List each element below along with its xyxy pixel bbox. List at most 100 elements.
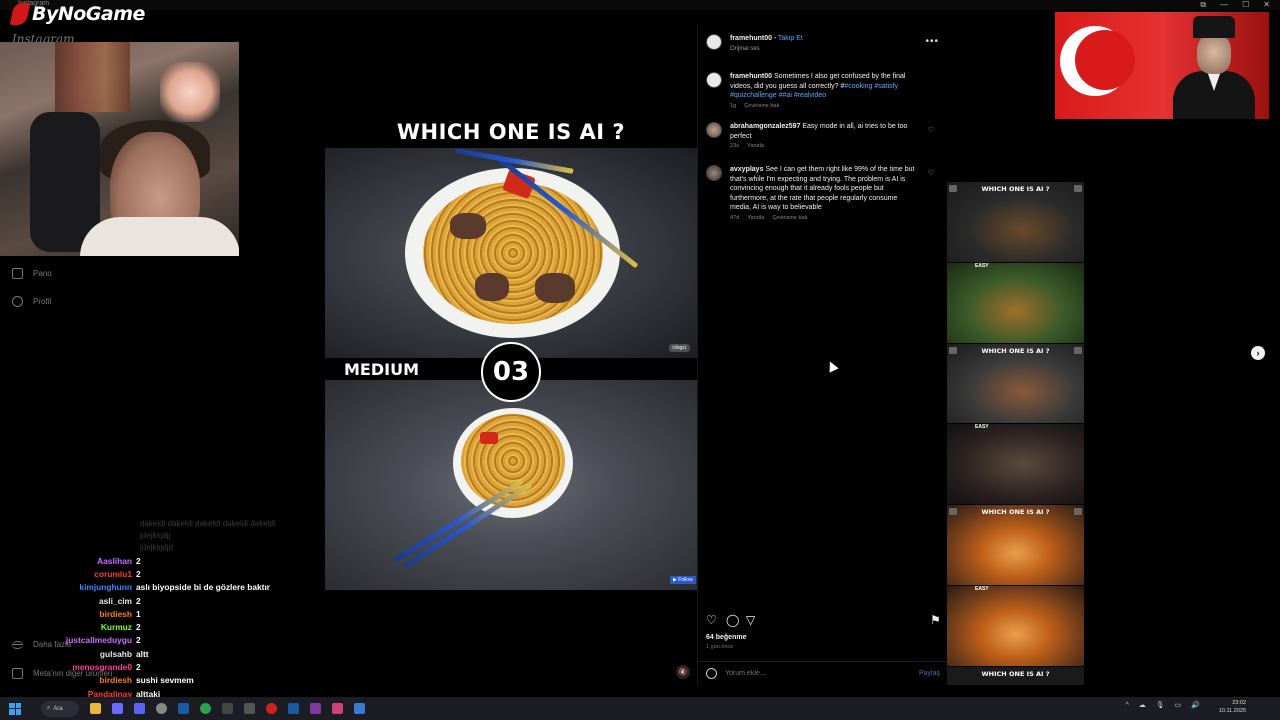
chat-text: altt bbox=[136, 648, 149, 659]
streamer-logo: ByNoGame bbox=[9, 3, 145, 25]
translate-link[interactable]: Çevirisine bak bbox=[744, 103, 779, 109]
share-icon[interactable]: ▽ bbox=[746, 613, 755, 627]
chat-text: 2 bbox=[136, 595, 141, 606]
app-icon[interactable] bbox=[310, 703, 321, 714]
mute-button[interactable]: 🔇 bbox=[676, 665, 690, 679]
thumbnail-title: WHICH ONE IS AI ? bbox=[981, 346, 1050, 355]
reply-link[interactable]: Yanıtla bbox=[747, 215, 764, 221]
comment-item: avxyplays See I can get them right like … bbox=[706, 165, 940, 221]
thumbnail-tag: EASY bbox=[975, 262, 989, 269]
display-icon[interactable]: ▭ bbox=[1175, 701, 1182, 709]
logo-mark-icon bbox=[9, 3, 31, 25]
flag-portrait-overlay bbox=[1055, 12, 1269, 119]
chat-message: Kurmuz 2 bbox=[30, 620, 320, 633]
post-comment-button[interactable]: Paylaş bbox=[919, 670, 940, 677]
app-icon[interactable] bbox=[156, 703, 167, 714]
system-tray: ^ ☁ 🎙 ▭ 🔊 bbox=[1125, 701, 1200, 710]
app-icon[interactable] bbox=[222, 703, 233, 714]
chat-username: justcallmeduygu bbox=[65, 635, 132, 646]
steam-icon[interactable] bbox=[288, 703, 299, 714]
chat-text: 2 bbox=[136, 622, 141, 633]
chat-message: Aaslihan 2 bbox=[30, 554, 320, 567]
video-watermark: ⟨dogs⟩ bbox=[669, 344, 690, 352]
recording-icon[interactable] bbox=[266, 703, 277, 714]
instagram-icon[interactable] bbox=[332, 703, 343, 714]
sidebar-item-label: Profil bbox=[33, 297, 52, 306]
steam-icon[interactable] bbox=[178, 703, 189, 714]
chat-username: birdiesh bbox=[99, 608, 132, 619]
maximize-button[interactable]: ☐ bbox=[1242, 0, 1249, 10]
translate-link[interactable]: Çevirisine bak bbox=[772, 215, 807, 221]
thumbnail-item[interactable]: WHICH ONE IS AI ? bbox=[947, 182, 1084, 263]
microphone-icon[interactable]: 🎙 bbox=[1156, 701, 1165, 709]
commenter-avatar[interactable] bbox=[706, 122, 722, 138]
chat-username: gulsahb bbox=[99, 648, 132, 659]
taskbar-clock[interactable]: 23:02 10.11.2025 bbox=[1219, 700, 1246, 715]
reel-icon bbox=[1074, 346, 1082, 354]
comment-username[interactable]: avxyplays bbox=[730, 166, 763, 173]
audio-label[interactable]: Orijinal ses bbox=[730, 46, 760, 52]
more-options-icon[interactable]: ••• bbox=[925, 36, 939, 47]
volume-icon[interactable]: 🔊 bbox=[1191, 701, 1200, 709]
discord-icon[interactable] bbox=[134, 703, 145, 714]
file-explorer-icon[interactable] bbox=[90, 703, 101, 714]
sidebar-item-profile[interactable]: Profil bbox=[12, 296, 51, 307]
video-follow-badge[interactable]: ▶ Follow bbox=[670, 576, 696, 584]
comment-icon[interactable]: ◯ bbox=[726, 613, 739, 627]
question-number: 03 bbox=[481, 342, 541, 402]
search-icon: ⌕ bbox=[47, 705, 51, 711]
restore-icon[interactable]: ⧉ bbox=[1200, 0, 1206, 10]
sidebar-item-dashboard[interactable]: Pano bbox=[12, 268, 52, 279]
follow-button[interactable]: Takip Et bbox=[778, 35, 803, 42]
logo-text: ByNoGame bbox=[32, 3, 145, 25]
comment-username[interactable]: abrahamgonzalez597 bbox=[730, 123, 800, 130]
author-avatar[interactable] bbox=[706, 72, 722, 88]
next-post-button[interactable]: › bbox=[1251, 346, 1265, 360]
thumbnail-item[interactable]: EASY bbox=[947, 262, 1084, 344]
minimize-button[interactable]: — bbox=[1220, 0, 1228, 10]
thumbnail-item[interactable]: EASY bbox=[947, 585, 1084, 667]
comment-username[interactable]: framehunt00 bbox=[730, 73, 772, 80]
meta-icon bbox=[12, 668, 23, 679]
chevron-right-icon: › bbox=[1256, 348, 1260, 358]
author-avatar[interactable] bbox=[706, 34, 722, 50]
chat-faded-line: jdejksjdjd bbox=[140, 543, 173, 552]
chat-username: asli_cim bbox=[98, 595, 132, 606]
tray-expand-icon[interactable]: ^ bbox=[1125, 702, 1128, 709]
taskbar-search[interactable]: ⌕ Ara bbox=[41, 700, 79, 717]
emoji-icon[interactable] bbox=[706, 668, 717, 679]
profile-icon bbox=[12, 296, 23, 307]
chat-text: 2 bbox=[136, 662, 141, 673]
post-actions: ♡ ◯ ▽ ⚑ bbox=[706, 613, 942, 627]
comment-input[interactable] bbox=[725, 670, 911, 677]
like-icon[interactable]: ♡ bbox=[706, 613, 717, 627]
chat-message: birdiesh sushi sevmem bbox=[30, 674, 320, 687]
like-comment-icon[interactable]: ♡ bbox=[928, 126, 934, 134]
save-icon[interactable]: ⚑ bbox=[930, 613, 941, 627]
window-titlebar: Instagram ⧉ — ☐ ✕ bbox=[0, 0, 1280, 10]
video-top-food-image[interactable] bbox=[325, 148, 697, 358]
cloud-icon[interactable]: ☁ bbox=[1139, 701, 1146, 709]
taskbar: ⌕ Ara ^ ☁ 🎙 ▭ 🔊 23:02 10.11.2025 bbox=[0, 697, 1280, 720]
author-username[interactable]: framehunt00 bbox=[730, 35, 772, 42]
whatsapp-icon[interactable] bbox=[200, 703, 211, 714]
post-panel: framehunt00 • Takip Et Orijinal ses ••• … bbox=[697, 25, 948, 685]
reply-link[interactable]: Yanıtla bbox=[747, 143, 764, 149]
thumbnail-item[interactable]: WHICH ONE IS AI ? bbox=[947, 343, 1084, 425]
thumbnail-item[interactable]: EASY bbox=[947, 424, 1084, 506]
close-button[interactable]: ✕ bbox=[1263, 0, 1270, 10]
app-icon[interactable] bbox=[112, 703, 123, 714]
windows-start-icon[interactable] bbox=[9, 702, 21, 715]
likes-count[interactable]: 64 beğenme bbox=[706, 634, 746, 641]
video-bottom-food-image[interactable] bbox=[325, 380, 697, 590]
app-icon[interactable] bbox=[244, 703, 255, 714]
thumbnail-partial[interactable]: WHICH ONE IS AI ? bbox=[947, 667, 1084, 685]
commenter-avatar[interactable] bbox=[706, 165, 722, 181]
app-icon[interactable] bbox=[354, 703, 365, 714]
chat-faded-line: dakeldi dakeldi dakeldi dakeldi dakeldi bbox=[140, 519, 276, 528]
sidebar-item-label: Pano bbox=[33, 269, 52, 278]
thumbnail-item[interactable]: WHICH ONE IS AI ? bbox=[947, 505, 1084, 586]
thumbnail-title: WHICH ONE IS AI ? bbox=[981, 185, 1050, 193]
like-comment-icon[interactable]: ♡ bbox=[928, 169, 934, 177]
caption-tags[interactable]: #ai #realvideo bbox=[783, 92, 827, 99]
